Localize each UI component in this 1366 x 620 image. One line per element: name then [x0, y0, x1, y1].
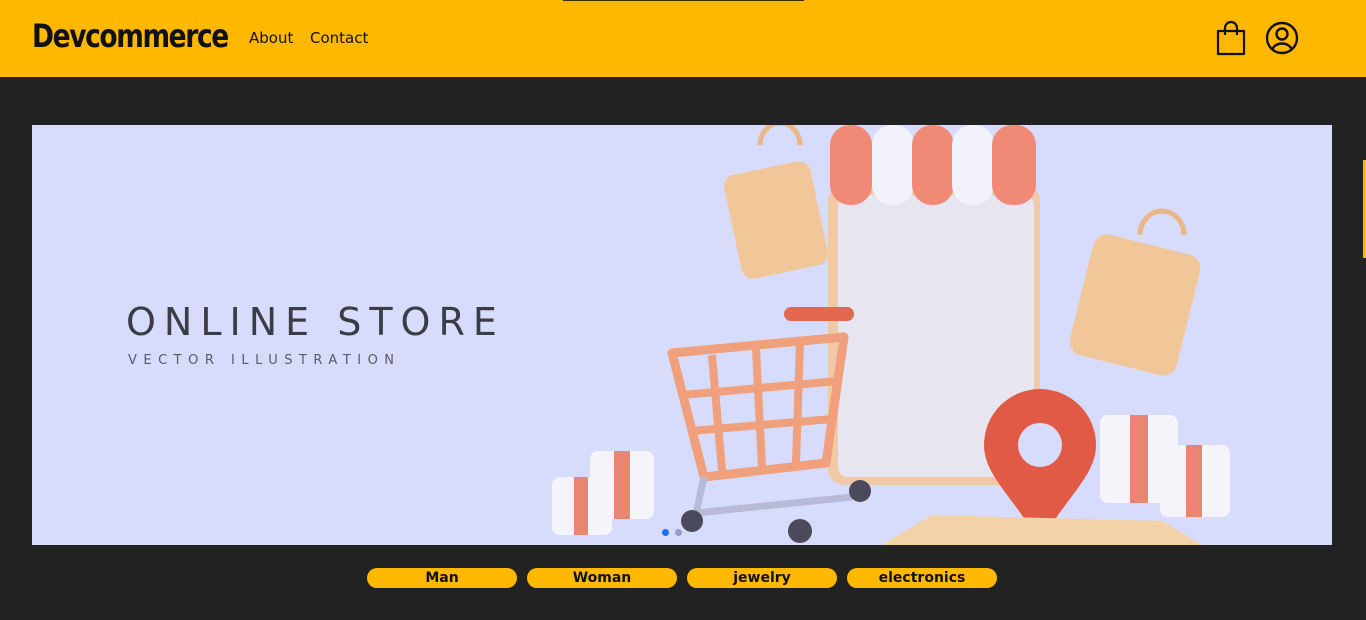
category-electronics-button[interactable]: electronics: [847, 568, 997, 588]
nav-accent-line: [563, 0, 804, 1]
carousel-dot-1[interactable]: [662, 529, 669, 536]
category-jewelry-button[interactable]: jewelry: [687, 568, 837, 588]
category-man-button[interactable]: Man: [367, 568, 517, 588]
category-buttons: Man Woman jewelry electronics: [367, 568, 997, 588]
logo[interactable]: Devcommerce: [32, 17, 229, 55]
carousel-indicators: [662, 529, 682, 536]
shopping-bag-icon[interactable]: [1214, 19, 1250, 57]
nav-link-about[interactable]: About: [249, 29, 293, 47]
hero-title: ONLINE STORE: [126, 300, 505, 344]
hero-subtitle: VECTOR ILLUSTRATION: [128, 353, 401, 368]
nav-link-contact[interactable]: Contact: [310, 29, 368, 47]
user-icon[interactable]: [1264, 19, 1300, 57]
category-woman-button[interactable]: Woman: [527, 568, 677, 588]
carousel-dot-2[interactable]: [675, 529, 682, 536]
hero-banner: ONLINE STORE VECTOR ILLUSTRATION: [32, 125, 1332, 545]
navbar: Devcommerce About Contact: [0, 0, 1366, 77]
